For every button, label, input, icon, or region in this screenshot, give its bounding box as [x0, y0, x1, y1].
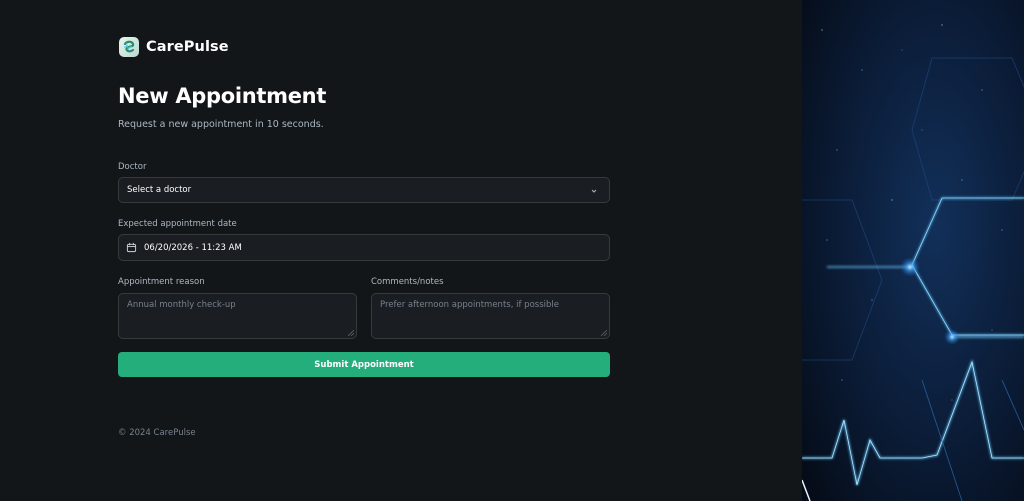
resize-handle-icon[interactable] — [601, 330, 607, 336]
date-picker[interactable]: 06/20/2026 - 11:23 AM — [118, 234, 610, 261]
date-label: Expected appointment date — [118, 219, 237, 229]
reason-textarea[interactable]: Annual monthly check-up — [118, 293, 357, 339]
hero-image — [802, 0, 1024, 501]
page-title: New Appointment — [118, 84, 327, 108]
page: CarePulse New Appointment Request a new … — [0, 0, 1024, 501]
calendar-icon — [126, 242, 137, 253]
resize-handle-icon[interactable] — [348, 330, 354, 336]
date-value: 06/20/2026 - 11:23 AM — [144, 242, 242, 253]
chevron-down-icon — [591, 189, 597, 193]
reason-label: Appointment reason — [118, 277, 205, 287]
brand-logo[interactable]: CarePulse — [119, 37, 229, 57]
notes-textarea[interactable]: Prefer afternoon appointments, if possib… — [371, 293, 610, 339]
notes-placeholder: Prefer afternoon appointments, if possib… — [380, 300, 559, 310]
notes-label: Comments/notes — [371, 277, 444, 287]
brand-name: CarePulse — [146, 39, 229, 55]
doctor-select[interactable]: Select a doctor — [118, 177, 610, 203]
doctor-label: Doctor — [118, 162, 147, 172]
footer-copyright: © 2024 CarePulse — [118, 428, 196, 438]
page-subtitle: Request a new appointment in 10 seconds. — [118, 119, 324, 130]
reason-placeholder: Annual monthly check-up — [127, 300, 236, 310]
doctor-select-value: Select a doctor — [127, 185, 192, 195]
carepulse-logo-icon — [119, 37, 139, 57]
medical-hexagon-illustration — [802, 0, 1024, 501]
submit-appointment-button[interactable]: Submit Appointment — [118, 352, 610, 377]
form-panel: CarePulse New Appointment Request a new … — [0, 0, 802, 501]
